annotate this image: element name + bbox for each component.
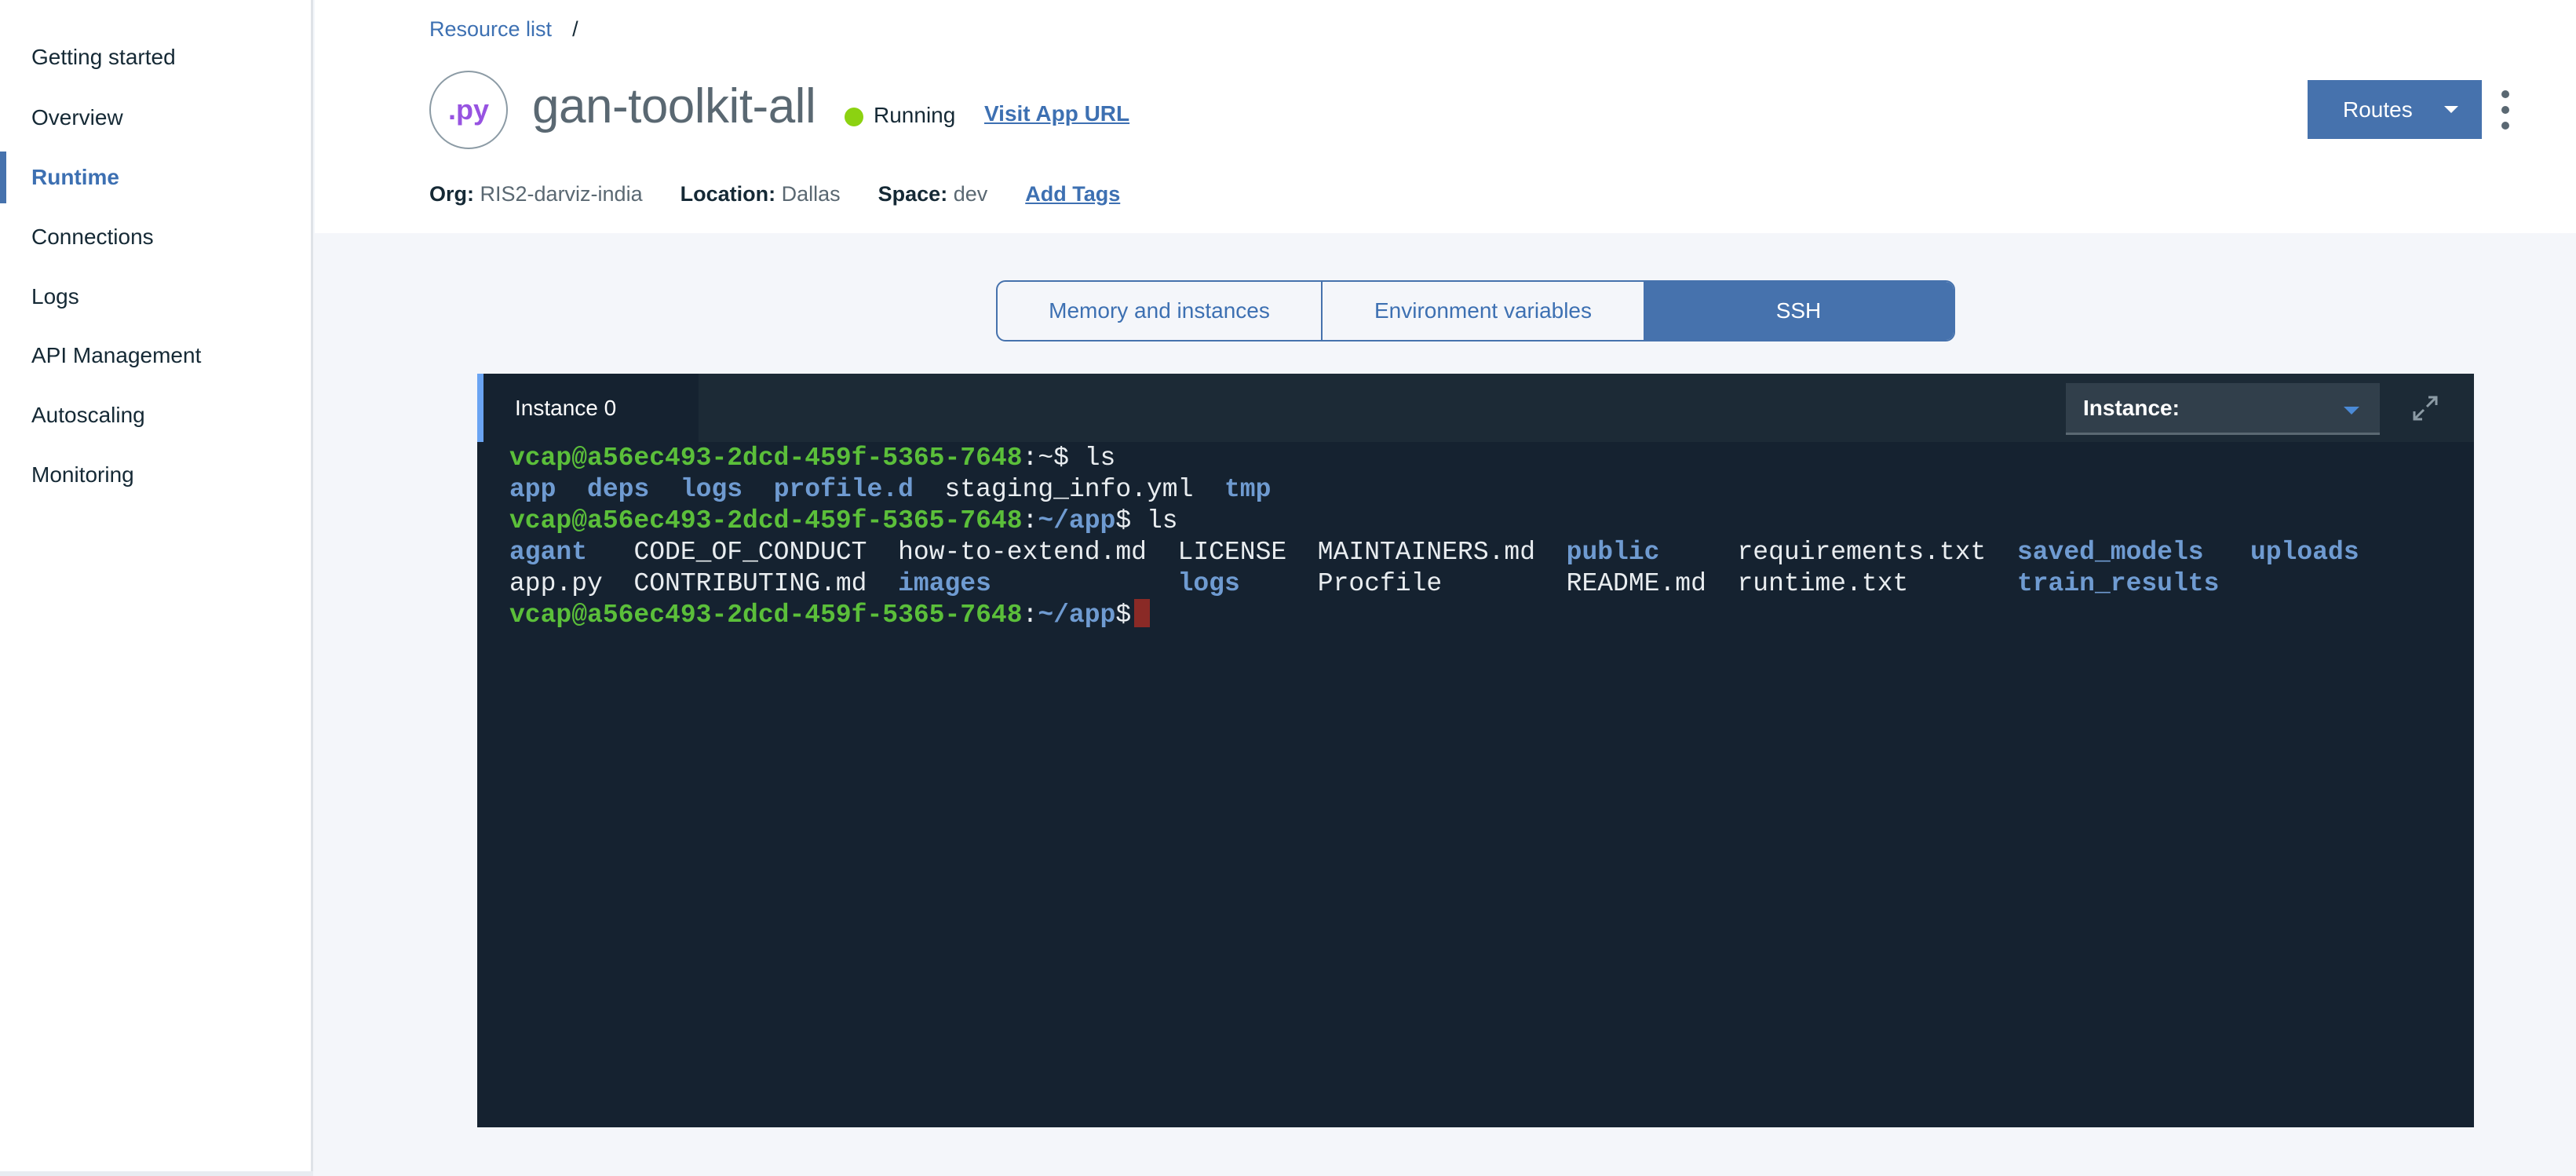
terminal-text: Procfile README.md runtime.txt bbox=[1239, 569, 2017, 598]
terminal-prompt: vcap@a56ec493-2dcd-459f-5365-7648 bbox=[509, 601, 1023, 630]
terminal-directory: logs bbox=[1177, 569, 1240, 598]
sidebar-item-autoscaling[interactable]: Autoscaling bbox=[0, 389, 311, 441]
chevron-down-icon bbox=[2344, 406, 2359, 415]
sidebar-item-overview[interactable]: Overview bbox=[0, 92, 311, 144]
breadcrumb: Resource list / bbox=[429, 17, 578, 42]
routes-button-label: Routes bbox=[2343, 97, 2413, 122]
terminal-line: vcap@a56ec493-2dcd-459f-5365-7648:~/app$ bbox=[509, 599, 2458, 631]
sidebar-footer-strip bbox=[0, 1171, 313, 1176]
maximize-icon[interactable] bbox=[2410, 393, 2441, 424]
terminal-prompt: vcap@a56ec493-2dcd-459f-5365-7648 bbox=[509, 506, 1023, 535]
sidebar-item-api-management[interactable]: API Management bbox=[0, 330, 311, 382]
terminal-directory: train_results bbox=[2016, 569, 2220, 598]
chevron-down-icon[interactable] bbox=[2444, 106, 2458, 113]
meta-space-value: dev bbox=[953, 182, 988, 206]
meta-space: Space: dev bbox=[878, 182, 988, 206]
terminal-text: : bbox=[1022, 506, 1038, 535]
add-tags-link[interactable]: Add Tags bbox=[1025, 182, 1120, 206]
terminal-directory: profile.d bbox=[773, 475, 914, 504]
terminal-directory: app bbox=[509, 475, 556, 504]
terminal-directory: ~/app bbox=[1038, 601, 1116, 630]
sidebar-item-connections[interactable]: Connections bbox=[0, 211, 311, 263]
runtime-tabs: Memory and instances Environment variabl… bbox=[996, 280, 1955, 341]
terminal-directory: deps bbox=[587, 475, 650, 504]
overflow-menu-vertical-icon[interactable] bbox=[2496, 90, 2515, 130]
terminal-text: requirements.txt bbox=[1659, 538, 2017, 567]
terminal-line: vcap@a56ec493-2dcd-459f-5365-7648:~$ ls bbox=[509, 443, 2458, 474]
kebab-dot bbox=[2501, 122, 2509, 130]
terminal-directory: tmp bbox=[1224, 475, 1272, 504]
tab-memory-and-instances[interactable]: Memory and instances bbox=[998, 282, 1323, 340]
meta-org-label: Org: bbox=[429, 182, 474, 206]
terminal-line: app deps logs profile.d staging_info.yml… bbox=[509, 474, 2458, 506]
meta-location-value: Dallas bbox=[781, 182, 841, 206]
visit-app-url-link[interactable]: Visit App URL bbox=[984, 101, 1129, 126]
terminal-text: : bbox=[1022, 601, 1038, 630]
sidebar-item-runtime[interactable]: Runtime bbox=[0, 152, 311, 203]
meta-location: Location: Dallas bbox=[680, 182, 841, 206]
breadcrumb-separator: / bbox=[572, 17, 578, 41]
python-app-icon: .py bbox=[429, 71, 508, 149]
tab-environment-variables[interactable]: Environment variables bbox=[1323, 282, 1644, 340]
terminal-line: vcap@a56ec493-2dcd-459f-5365-7648:~/app$… bbox=[509, 506, 2458, 537]
terminal-directory: public bbox=[1566, 538, 1660, 567]
terminal-directory: uploads bbox=[2250, 538, 2359, 567]
terminal-directory: agant bbox=[509, 538, 588, 567]
terminal-text: $ ls bbox=[1115, 506, 1178, 535]
terminal-directory: ~/app bbox=[1038, 506, 1116, 535]
meta-org-value: RIS2-darviz-india bbox=[480, 182, 643, 206]
terminal-directory: images bbox=[898, 569, 991, 598]
terminal-line: agant CODE_OF_CONDUCT how-to-extend.md L… bbox=[509, 537, 2458, 568]
meta-org: Org: RIS2-darviz-india bbox=[429, 182, 643, 206]
terminal-text: staging_info.yml bbox=[913, 475, 1224, 504]
sidebar-item-getting-started[interactable]: Getting started bbox=[0, 31, 311, 83]
terminal-prompt: vcap@a56ec493-2dcd-459f-5365-7648 bbox=[509, 444, 1023, 473]
terminal-text: $ bbox=[1115, 601, 1132, 630]
sidebar-item-logs[interactable]: Logs bbox=[0, 271, 311, 323]
sidebar-item-monitoring[interactable]: Monitoring bbox=[0, 449, 311, 501]
kebab-dot bbox=[2501, 106, 2509, 114]
ssh-terminal[interactable]: Instance 0 Instance: vcap@a56ec493-2dcd-… bbox=[477, 374, 2474, 1127]
terminal-text: app.py CONTRIBUTING.md bbox=[509, 569, 899, 598]
terminal-directory: logs bbox=[680, 475, 743, 504]
page-title: gan-toolkit-all bbox=[532, 79, 816, 133]
meta-location-label: Location: bbox=[680, 182, 776, 206]
page-header: Resource list / .py gan-toolkit-all Runn… bbox=[315, 0, 2576, 233]
app-icon-text: .py bbox=[447, 93, 489, 126]
terminal-text: :~$ ls bbox=[1022, 444, 1116, 473]
breadcrumb-resource-list-link[interactable]: Resource list bbox=[429, 17, 552, 42]
terminal-line: app.py CONTRIBUTING.md images logs Procf… bbox=[509, 568, 2458, 600]
sidebar: Getting started Overview Runtime Connect… bbox=[0, 0, 313, 1176]
terminal-cursor bbox=[1134, 599, 1151, 628]
kebab-dot bbox=[2501, 90, 2509, 98]
tab-ssh[interactable]: SSH bbox=[1644, 282, 1954, 340]
instance-dropdown-label: Instance: bbox=[2083, 395, 2180, 420]
status-running-icon bbox=[845, 108, 863, 126]
instance-dropdown[interactable]: Instance: bbox=[2066, 383, 2380, 435]
terminal-directory: saved_models bbox=[2016, 538, 2204, 567]
terminal-text: CODE_OF_CONDUCT how-to-extend.md LICENSE… bbox=[587, 538, 1567, 567]
app-meta: Org: RIS2-darviz-india Location: Dallas … bbox=[429, 182, 1158, 206]
instance-tab[interactable]: Instance 0 bbox=[477, 374, 699, 442]
meta-space-label: Space: bbox=[878, 182, 948, 206]
routes-button[interactable]: Routes bbox=[2308, 80, 2482, 139]
status-badge: Running bbox=[874, 103, 956, 127]
terminal-output[interactable]: vcap@a56ec493-2dcd-459f-5365-7648:~$ ls a… bbox=[509, 443, 2458, 631]
terminal-header: Instance 0 Instance: bbox=[477, 374, 2474, 442]
